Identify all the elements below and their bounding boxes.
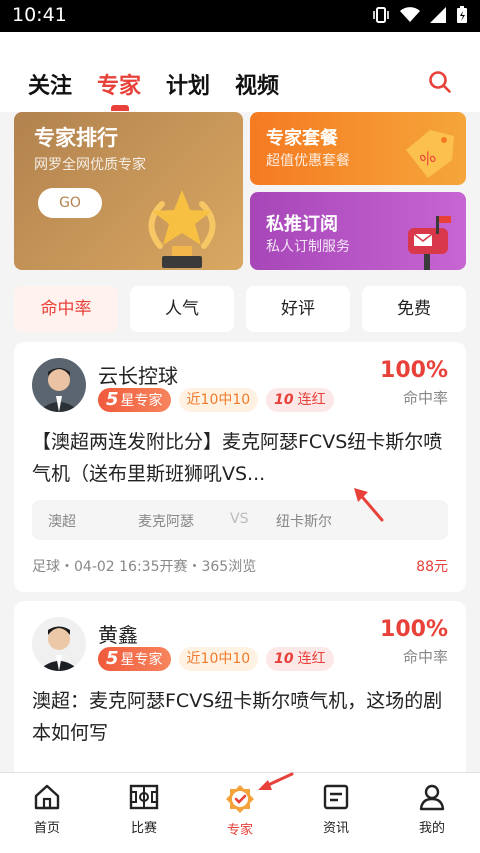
- recent-record-badge: 近10中10: [178, 388, 259, 412]
- streak-badge: 10 连红: [266, 647, 334, 671]
- ranking-subtitle: 网罗全网优质专家: [34, 157, 146, 173]
- hit-rate: 100% 命中率: [380, 358, 448, 408]
- home-team: 麦克阿瑟: [138, 514, 194, 530]
- mailbox-icon: [408, 216, 451, 270]
- private-subscription-banner[interactable]: 私推订阅 私人订制服务: [250, 192, 466, 270]
- news-icon: [323, 784, 349, 810]
- arrow-annotation-icon: [258, 772, 294, 790]
- prediction-headline[interactable]: 澳超：麦克阿瑟FCVS纽卡斯尔喷气机，这场的剧本如何写: [32, 685, 448, 749]
- pitch-icon: [129, 784, 159, 810]
- tab-expert[interactable]: 专家: [97, 68, 141, 100]
- nav-news-label: 资讯: [322, 821, 349, 836]
- package-title: 专家套餐: [266, 128, 338, 149]
- away-team: 纽卡斯尔: [276, 514, 332, 530]
- user-icon: [419, 784, 445, 811]
- expert-badges: 5 星专家 近10中10 10 连红: [98, 388, 334, 412]
- tab-video[interactable]: 视频: [235, 68, 279, 100]
- match-meta: 足球・04-02 16:35开赛・365浏览: [32, 559, 257, 575]
- ranking-title: 专家排行: [34, 126, 118, 150]
- star-badge: 5 星专家: [98, 388, 171, 412]
- vs-label: VS: [230, 511, 249, 527]
- filter-free[interactable]: 免费: [362, 286, 466, 332]
- expert-card[interactable]: 云长控球 5 星专家 近10中10 10 连红 100% 命中率 【澳超两连发附比分…: [14, 342, 466, 592]
- expert-name: 云长控球: [98, 364, 178, 388]
- nav-home[interactable]: 首页: [7, 783, 87, 836]
- hit-rate-label: 命中率: [402, 648, 448, 666]
- wifi-icon: [400, 7, 420, 27]
- nav-home-label: 首页: [33, 821, 60, 836]
- discount-tag-icon: %: [406, 130, 454, 178]
- league-label: 澳超: [48, 514, 76, 530]
- filter-hit-rate[interactable]: 命中率: [14, 286, 118, 332]
- nav-matches-label: 比赛: [130, 821, 157, 836]
- expert-name: 黄鑫: [98, 623, 138, 647]
- vibrate-icon: [372, 7, 390, 27]
- expert-card[interactable]: 黄鑫 5 星专家 近10中10 10 连红 100% 命中率 澳超：麦克阿瑟FCVS…: [14, 601, 466, 801]
- filter-bar: 命中率 人气 好评 免费: [14, 286, 466, 332]
- private-title: 私推订阅: [266, 214, 338, 235]
- expert-badges: 5 星专家 近10中10 10 连红: [98, 647, 334, 671]
- nav-profile-label: 我的: [418, 821, 445, 836]
- streak-badge: 10 连红: [266, 388, 334, 412]
- star-badge: 5 星专家: [98, 647, 171, 671]
- arrow-annotation-icon: [354, 488, 384, 522]
- expert-badge-icon: [226, 785, 254, 813]
- private-subtitle: 私人订制服务: [266, 239, 350, 255]
- go-button[interactable]: GO: [38, 188, 102, 218]
- battery-icon: [456, 6, 468, 28]
- package-subtitle: 超值优惠套餐: [266, 153, 350, 169]
- nav-profile[interactable]: 我的: [392, 783, 472, 836]
- expert-ranking-banner[interactable]: 专家排行 网罗全网优质专家 GO: [14, 112, 243, 270]
- tab-follow[interactable]: 关注: [28, 68, 72, 100]
- hit-rate-value: 100%: [380, 617, 448, 642]
- filter-popularity[interactable]: 人气: [130, 286, 234, 332]
- nav-expert-label: 专家: [226, 823, 253, 838]
- nav-matches[interactable]: 比赛: [104, 783, 184, 836]
- recent-record-badge: 近10中10: [178, 647, 259, 671]
- prediction-headline[interactable]: 【澳超两连发附比分】麦克阿瑟FCVS纽卡斯尔喷气机（送布里斯班狮吼VS...: [32, 426, 448, 490]
- hit-rate-label: 命中率: [402, 389, 448, 407]
- bottom-nav: 首页 比赛 专家 资讯 我的: [0, 772, 480, 853]
- signal-icon: [430, 7, 446, 27]
- nav-news[interactable]: 资讯: [296, 783, 376, 836]
- filter-reviews[interactable]: 好评: [246, 286, 350, 332]
- top-nav: 关注 专家 计划 视频: [0, 32, 480, 112]
- status-icons: [372, 6, 468, 28]
- status-time: 10:41: [12, 4, 67, 26]
- avatar[interactable]: [32, 358, 86, 412]
- expert-package-banner[interactable]: 专家套餐 超值优惠套餐 %: [250, 112, 466, 185]
- active-tab-indicator: [111, 105, 129, 111]
- hit-rate: 100% 命中率: [380, 617, 448, 667]
- hit-rate-value: 100%: [380, 358, 448, 383]
- price-label: 88元: [416, 559, 448, 575]
- avatar[interactable]: [32, 617, 86, 671]
- status-bar: 10:41: [0, 0, 480, 32]
- tab-plan[interactable]: 计划: [166, 68, 210, 100]
- search-icon[interactable]: [428, 70, 452, 94]
- home-icon: [34, 784, 60, 810]
- trophy-icon: [148, 190, 216, 268]
